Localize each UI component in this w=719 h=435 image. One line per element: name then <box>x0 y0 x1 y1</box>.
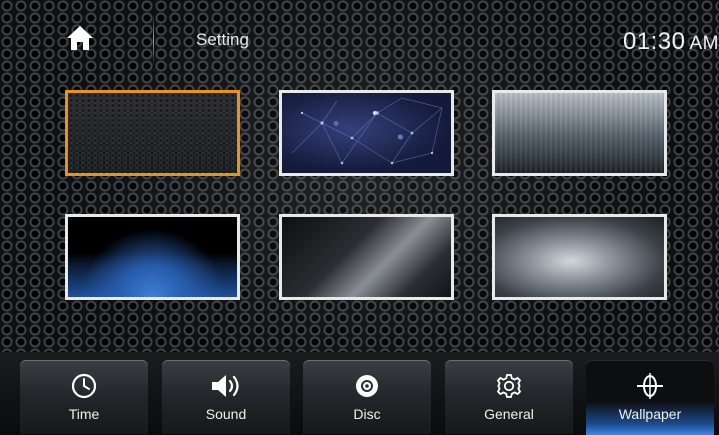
tab-label: Time <box>68 406 100 422</box>
home-button[interactable] <box>52 18 108 58</box>
wallpaper-thumb-6[interactable] <box>492 214 667 300</box>
disc-icon <box>356 375 378 397</box>
wallpaper-thumb-3[interactable] <box>492 90 667 176</box>
wallpaper-thumb-1[interactable] <box>65 90 240 176</box>
tab-label: Sound <box>205 406 247 422</box>
tab-label: General <box>484 406 534 422</box>
wallpaper-thumb-2[interactable] <box>279 90 454 176</box>
header-divider <box>153 12 154 68</box>
gear-icon <box>496 374 522 398</box>
tab-disc[interactable]: Disc <box>303 360 431 435</box>
bottom-tab-bar: Time Sound Disc General Wallpaper <box>0 352 719 435</box>
wallpaper-thumb-4[interactable] <box>65 214 240 300</box>
tab-general[interactable]: General <box>445 360 573 435</box>
wallpaper-thumb-5[interactable] <box>279 214 454 300</box>
tab-time[interactable]: Time <box>20 360 148 435</box>
tab-label: Disc <box>353 406 381 422</box>
tab-label: Wallpaper <box>618 406 682 422</box>
wallpaper-icon <box>637 373 663 399</box>
page-title: Setting <box>196 30 249 49</box>
clock-icon <box>71 373 97 399</box>
home-icon <box>67 26 93 50</box>
clock-time: 01:30 <box>622 28 686 55</box>
tab-sound[interactable]: Sound <box>162 360 290 435</box>
header-bar: Setting 01:30 AM <box>0 0 719 72</box>
clock-ampm: AM <box>689 33 719 54</box>
speaker-icon <box>212 375 239 397</box>
tab-wallpaper[interactable]: Wallpaper <box>586 360 714 435</box>
network-pattern <box>291 97 443 165</box>
clock: 01:30 AM <box>623 28 719 56</box>
